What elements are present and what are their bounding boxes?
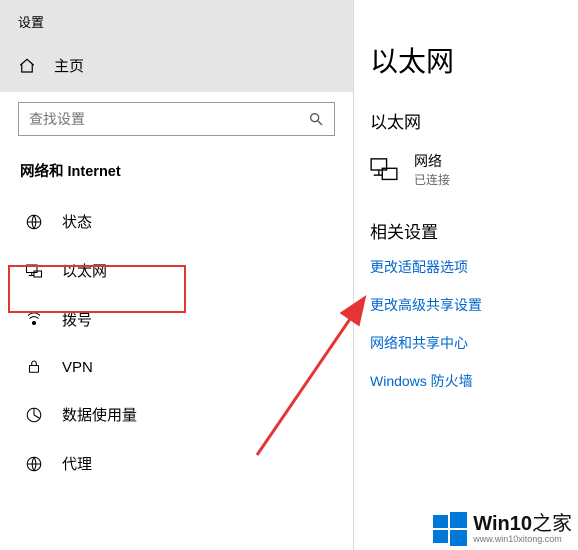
related-settings: 相关设置 更改适配器选项 更改高级共享设置 网络和共享中心 Windows 防火… — [370, 218, 578, 391]
nav-item-label: 数据使用量 — [62, 404, 137, 425]
datausage-icon — [24, 406, 44, 424]
vpn-icon — [24, 358, 44, 376]
nav-item-label: 以太网 — [62, 260, 107, 281]
page-title: 以太网 — [370, 40, 578, 80]
dialup-icon — [24, 311, 44, 329]
category-heading: 网络和 Internet — [0, 142, 353, 191]
nav-item-label: 状态 — [62, 211, 92, 232]
related-heading: 相关设置 — [370, 218, 578, 243]
nav-item-ethernet[interactable]: 以太网 — [0, 246, 353, 295]
main-panel: 以太网 以太网 网络 已连接 相关设置 更改适配器选项 更改高级共享设置 网络和… — [354, 0, 578, 550]
link-advanced-sharing[interactable]: 更改高级共享设置 — [370, 295, 578, 315]
nav-item-status[interactable]: 状态 — [0, 197, 353, 246]
connection-status: 已连接 — [414, 171, 450, 188]
link-windows-firewall[interactable]: Windows 防火墙 — [370, 371, 578, 391]
nav-item-label: 代理 — [62, 453, 92, 474]
home-label: 主页 — [54, 55, 84, 76]
link-network-sharing-center[interactable]: 网络和共享中心 — [370, 333, 578, 353]
status-icon — [24, 213, 44, 231]
link-change-adapter[interactable]: 更改适配器选项 — [370, 257, 578, 277]
search-input[interactable] — [29, 111, 308, 127]
proxy-icon — [24, 455, 44, 473]
nav-item-proxy[interactable]: 代理 — [0, 439, 353, 488]
nav-item-vpn[interactable]: VPN — [0, 344, 353, 390]
connection-icon — [370, 158, 398, 182]
ethernet-icon — [24, 262, 44, 280]
home-button[interactable]: 主页 — [0, 41, 353, 92]
watermark-brand: Win10 — [473, 513, 532, 535]
connection-name: 网络 — [414, 151, 450, 171]
home-icon — [18, 57, 36, 75]
search-input-wrap[interactable] — [18, 102, 335, 136]
watermark-suffix: 之家 — [532, 513, 572, 535]
settings-header: 设置 — [0, 0, 353, 41]
nav-item-dialup[interactable]: 拨号 — [0, 295, 353, 344]
section-title: 以太网 — [370, 108, 578, 133]
windows-logo-icon — [433, 512, 467, 546]
nav-list: 状态 以太网 拨号 — [0, 191, 353, 488]
nav-item-datausage[interactable]: 数据使用量 — [0, 390, 353, 439]
nav-item-label: VPN — [62, 359, 93, 376]
search-icon — [308, 111, 324, 127]
connection-row[interactable]: 网络 已连接 — [370, 151, 578, 188]
watermark: Win10之家 www.win10xitong.com — [433, 512, 572, 546]
watermark-url: www.win10xitong.com — [473, 535, 572, 545]
settings-title: 设置 — [18, 15, 44, 30]
nav-item-label: 拨号 — [62, 309, 92, 330]
